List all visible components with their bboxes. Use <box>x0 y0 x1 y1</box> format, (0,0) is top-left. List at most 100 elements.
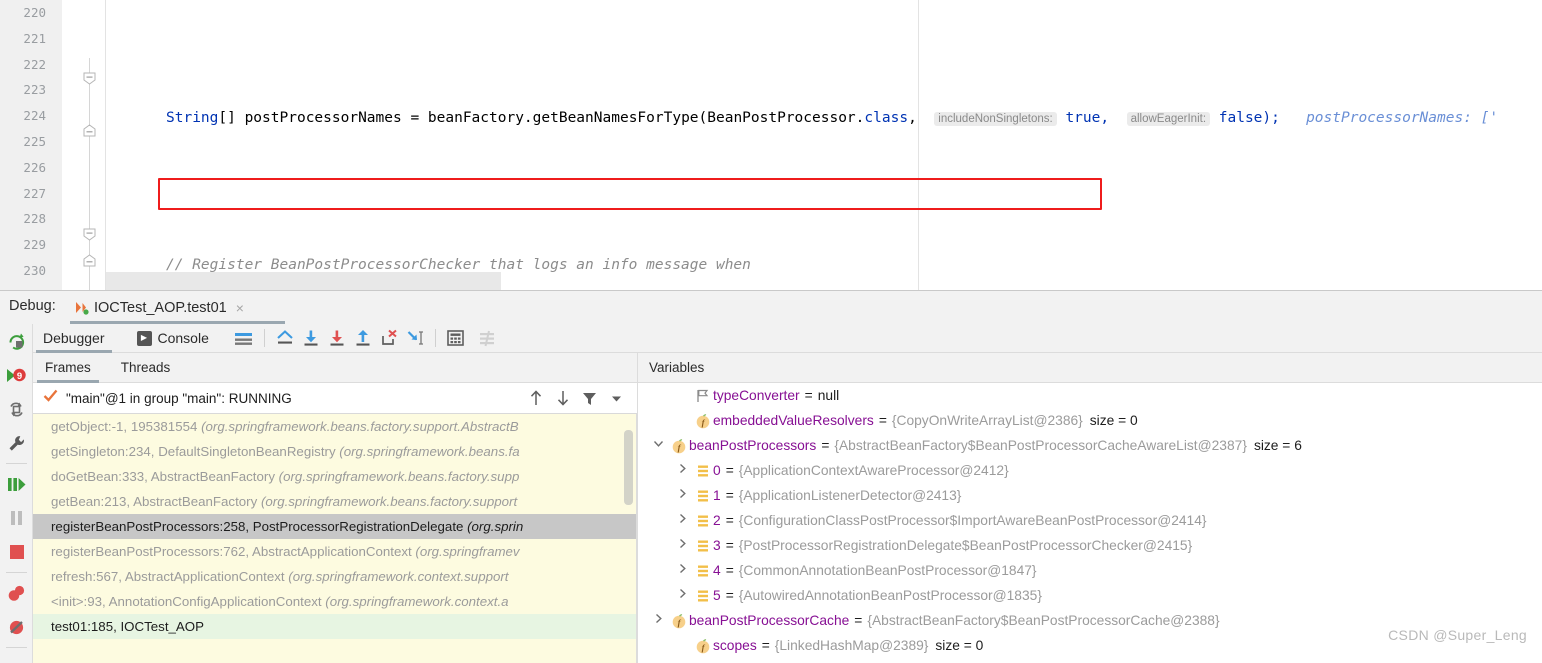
variable-name: 1 <box>713 488 721 503</box>
debug-side-toolbar[interactable]: 9 <box>0 324 33 663</box>
variable-row[interactable]: 4 = {CommonAnnotationBeanPostProcessor@184… <box>638 558 1542 583</box>
variable-row[interactable]: 3 = {PostProcessorRegistrationDelegate$Bea… <box>638 533 1542 558</box>
thread-selector[interactable]: "main"@1 in group "main": RUNNING <box>33 383 637 414</box>
frames-actions[interactable] <box>523 386 637 411</box>
stop-icon[interactable] <box>0 535 33 569</box>
frame-row[interactable]: getSingleton:234, DefaultSingletonBeanRe… <box>33 439 636 464</box>
chevron-right-icon[interactable] <box>672 533 692 558</box>
chevron-right-icon[interactable] <box>672 508 692 533</box>
tab-debugger-label: Debugger <box>43 330 105 346</box>
chevron-right-icon[interactable] <box>672 458 692 483</box>
field-icon: f <box>668 613 689 629</box>
tab-threads[interactable]: Threads <box>103 353 183 383</box>
list-icon <box>692 489 713 503</box>
frame-method: registerBeanPostProcessors:258, PostProc… <box>51 519 468 534</box>
filter-icon[interactable] <box>577 386 602 411</box>
frame-row[interactable]: test01:185, IOCTest_AOP <box>33 614 636 639</box>
variable-row[interactable]: 2 = {ConfigurationClassPostProcessor$Impor… <box>638 508 1542 533</box>
show-execution-point-icon[interactable] <box>272 325 298 351</box>
toolbar-divider-2 <box>5 572 27 573</box>
equals-sign: = <box>804 388 813 403</box>
equals-sign: = <box>761 638 770 653</box>
editor-bottom-overlay <box>106 272 501 290</box>
frame-row[interactable]: <init>:93, AnnotationConfigApplicationCo… <box>33 589 636 614</box>
fold-expand-icon-2[interactable] <box>83 254 96 267</box>
step-into-icon[interactable] <box>324 325 350 351</box>
step-out-icon[interactable] <box>350 325 376 351</box>
chevron-down-icon[interactable] <box>604 386 629 411</box>
fold-marker-column[interactable] <box>62 0 106 290</box>
frame-row[interactable]: registerBeanPostProcessors:762, Abstract… <box>33 539 636 564</box>
frame-row[interactable]: registerBeanPostProcessors:258, PostProc… <box>33 514 636 539</box>
frame-method: refresh:567, AbstractApplicationContext <box>51 569 289 584</box>
rerun-failed-icon[interactable]: 9 <box>0 358 33 392</box>
variable-row[interactable]: f embeddedValueResolvers = {CopyOnWriteArra… <box>638 408 1542 433</box>
mute-breakpoints-icon[interactable] <box>231 325 257 351</box>
variable-row[interactable]: 1 = {ApplicationListenerDetector@2413} <box>638 483 1542 508</box>
frames-list[interactable]: getObject:-1, 195381554 (org.springframe… <box>33 414 637 663</box>
settings-icon[interactable] <box>475 325 501 351</box>
variable-row[interactable]: typeConverter = null <box>638 383 1542 408</box>
code-editor[interactable]: 220 221 222 223 224 225 226 227 228 229 230 String… <box>0 0 1542 290</box>
variable-value: null <box>817 388 840 403</box>
frame-row[interactable]: doGetBean:333, AbstractBeanFactory (org.… <box>33 464 636 489</box>
view-breakpoints-icon[interactable] <box>0 576 33 610</box>
resume-program-icon[interactable] <box>0 467 33 501</box>
tab-frames[interactable]: Frames <box>33 353 103 383</box>
frame-row[interactable]: refresh:567, AbstractApplicationContext … <box>33 564 636 589</box>
chevron-right-icon[interactable] <box>672 583 692 608</box>
chevron-right-icon[interactable] <box>672 558 692 583</box>
line-number: 224 <box>23 108 46 124</box>
arrow-down-icon[interactable] <box>550 386 575 411</box>
check-icon <box>43 389 58 408</box>
step-over-icon[interactable] <box>298 325 324 351</box>
mute-breakpoints-slash-icon[interactable] <box>0 610 33 644</box>
debug-session-tab[interactable]: IOCTest_AOP.test01 × <box>73 291 244 324</box>
close-icon[interactable]: × <box>236 301 244 315</box>
pause-program-icon[interactable] <box>0 501 33 535</box>
chevron-down-icon[interactable] <box>648 433 668 458</box>
variable-row[interactable]: f beanPostProcessors = {AbstractBeanFactory… <box>638 433 1542 458</box>
debug-label: Debug: <box>9 298 56 314</box>
restart-icon[interactable] <box>0 392 33 426</box>
settings-wrench-icon[interactable] <box>0 426 33 460</box>
variables-title: Variables <box>649 360 705 375</box>
variable-row[interactable]: 0 = {ApplicationContextAwareProcessor@2412… <box>638 458 1542 483</box>
rerun-icon[interactable] <box>0 324 33 358</box>
evaluate-expression-icon[interactable] <box>443 325 469 351</box>
variable-value: {ApplicationContextAwareProcessor@2412} <box>738 463 1009 478</box>
fold-collapse-icon-2[interactable] <box>83 228 96 241</box>
console-icon <box>136 330 152 346</box>
variables-tree[interactable]: typeConverter = null f embeddedValueResolver… <box>637 383 1542 663</box>
variable-row[interactable]: 5 = {AutowiredAnnotationBeanPostProcessor@… <box>638 583 1542 608</box>
variable-name: 3 <box>713 538 721 553</box>
tab-console[interactable]: Console <box>115 324 219 353</box>
debug-header: Debug: IOCTest_AOP.test01 × <box>0 291 1542 324</box>
frame-method: doGetBean:333, AbstractBeanFactory <box>51 469 279 484</box>
list-icon <box>692 464 713 478</box>
line-number: 229 <box>23 237 46 253</box>
fold-collapse-icon[interactable] <box>83 72 96 85</box>
tab-frames-label: Frames <box>45 360 91 375</box>
chevron-right-icon[interactable] <box>672 483 692 508</box>
frame-row[interactable]: getObject:-1, 195381554 (org.springframe… <box>33 414 636 439</box>
tab-threads-label: Threads <box>120 360 171 375</box>
frame-row[interactable]: getBean:213, AbstractBeanFactory (org.sp… <box>33 489 636 514</box>
drop-frame-icon[interactable] <box>376 325 402 351</box>
frames-scrollbar[interactable] <box>624 430 633 505</box>
chevron-right-icon[interactable] <box>648 608 668 633</box>
list-icon <box>692 514 713 528</box>
tab-debugger[interactable]: Debugger <box>33 324 115 353</box>
toolbar-sep-a <box>263 329 265 347</box>
run-to-cursor-icon[interactable] <box>402 325 428 351</box>
source-code[interactable]: String[] postProcessorNames = beanFactor… <box>106 0 1542 290</box>
debugger-tabs-row[interactable]: Debugger Console <box>33 324 1542 353</box>
frames-subtabs[interactable]: Frames Threads <box>33 353 637 383</box>
param-value-false: false); <box>1218 109 1280 126</box>
line-number-column: 220 221 222 223 224 225 226 227 228 229 230 <box>0 0 52 284</box>
tab-console-label: Console <box>157 330 209 346</box>
debug-tool-window: Debug: IOCTest_AOP.test01 × 9 Debugger ▶… <box>0 290 1542 663</box>
fold-expand-icon[interactable] <box>83 124 96 137</box>
arrow-up-icon[interactable] <box>523 386 548 411</box>
